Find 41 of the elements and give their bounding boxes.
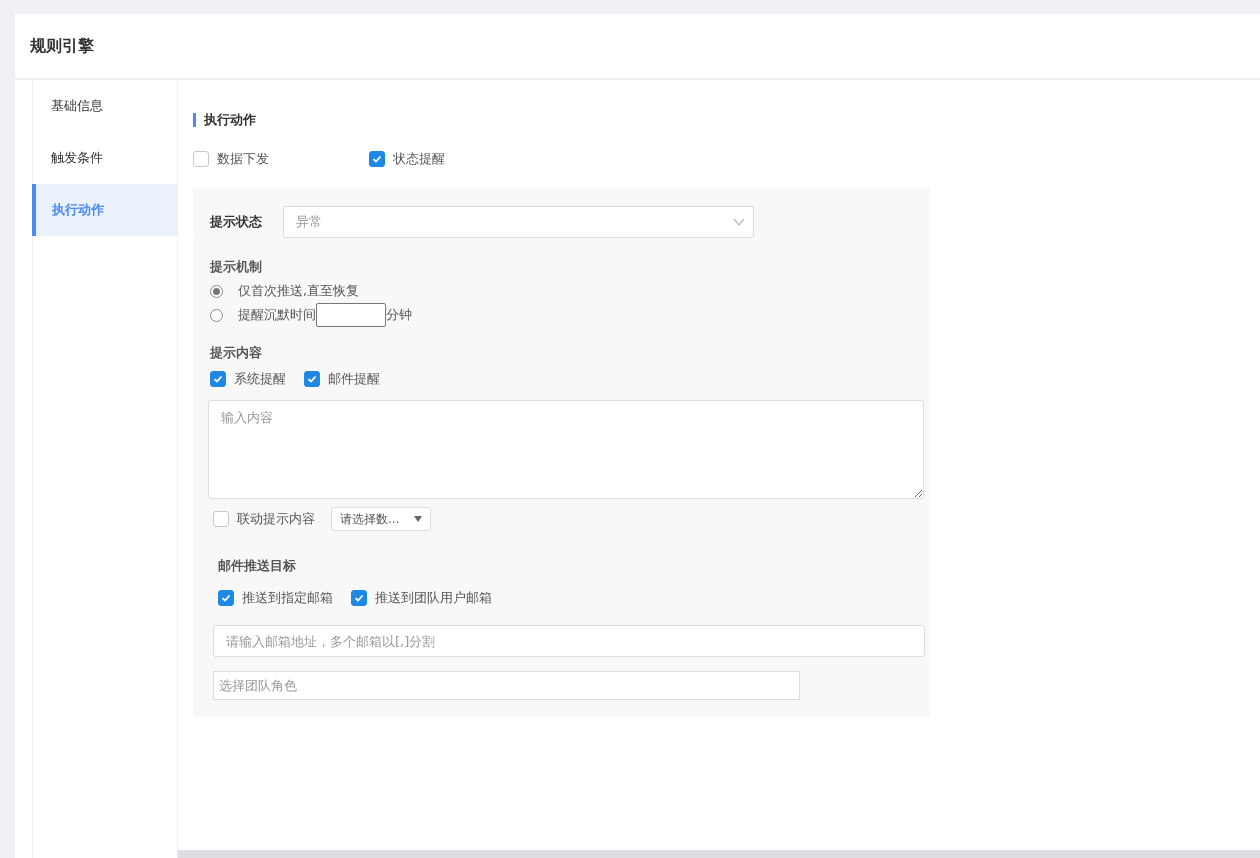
checkmark-icon xyxy=(307,374,317,384)
caret-icon xyxy=(414,516,422,522)
checkbox-label: 联动提示内容 xyxy=(237,510,315,528)
checkbox-label: 状态提醒 xyxy=(393,150,445,168)
group-label: 邮件推送目标 xyxy=(218,557,297,575)
field-label: 提示状态 xyxy=(210,213,263,231)
checkbox[interactable] xyxy=(213,511,229,527)
scrollbar[interactable] xyxy=(178,850,1260,858)
unit-label: 分钟 xyxy=(386,306,412,324)
checkmark-icon xyxy=(221,593,231,603)
sidebar-item[interactable]: 基础信息 xyxy=(32,80,177,132)
radio-label: 仅首次推送,直至恢复 xyxy=(238,282,360,300)
section-marker xyxy=(193,113,196,127)
role-input[interactable]: 选择团队角色 xyxy=(213,671,800,700)
checkbox-label: 系统提醒 xyxy=(234,370,286,388)
checkbox[interactable] xyxy=(304,371,320,387)
radio-button[interactable] xyxy=(210,284,223,298)
email-input[interactable]: 请输入邮箱地址，多个邮箱以[,]分割 xyxy=(213,625,925,657)
chevron-down-icon xyxy=(733,218,745,226)
section-title: 执行动作 xyxy=(204,111,256,129)
checkbox[interactable] xyxy=(351,590,367,606)
radio-label: 提醒沉默时间 xyxy=(238,306,316,324)
checkmark-icon xyxy=(372,154,382,164)
checkbox[interactable] xyxy=(210,371,226,387)
checkmark-icon xyxy=(213,374,223,384)
checkbox[interactable] xyxy=(218,590,234,606)
checkbox-label: 数据下发 xyxy=(217,150,269,168)
checkbox-label: 推送到指定邮箱 xyxy=(242,589,333,607)
checkbox-label: 推送到团队用户邮箱 xyxy=(375,589,492,607)
checkmark-icon xyxy=(354,593,364,603)
checkbox[interactable] xyxy=(369,151,385,167)
page-title: 规则引擎 xyxy=(30,35,94,57)
content-textarea[interactable]: 输入内容 xyxy=(208,400,924,499)
checkbox-label: 邮件提醒 xyxy=(328,370,380,388)
radio-button[interactable] xyxy=(210,308,223,322)
group-label: 提示内容 xyxy=(210,344,263,362)
minutes-input[interactable] xyxy=(316,303,386,327)
data-select[interactable]: 请选择数... xyxy=(331,507,431,531)
sidebar-item[interactable]: 触发条件 xyxy=(32,132,177,184)
group-label: 提示机制 xyxy=(210,258,263,276)
checkbox[interactable] xyxy=(193,151,209,167)
